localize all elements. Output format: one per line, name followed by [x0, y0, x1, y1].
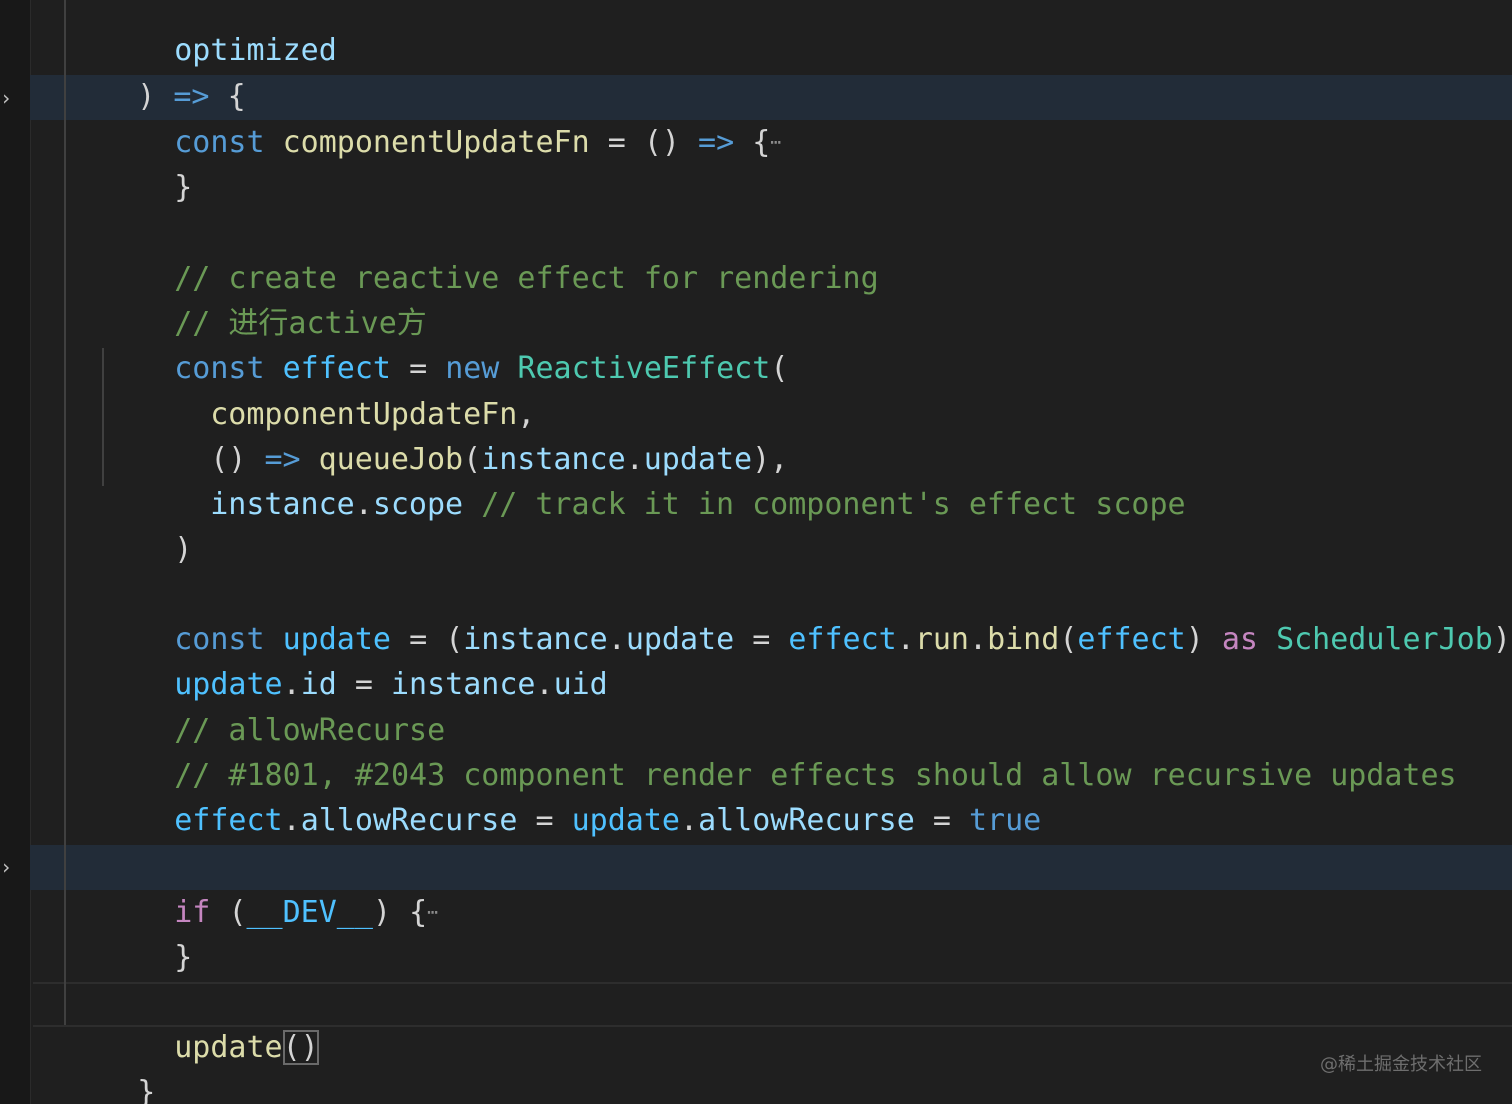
- code-line: // create reactive effect for rendering: [102, 211, 878, 296]
- code-line: ): [102, 482, 192, 567]
- token: {: [409, 895, 428, 930]
- token: as: [1221, 622, 1258, 657]
- token: update: [625, 622, 735, 657]
- token: =: [607, 125, 626, 160]
- code-line: }: [102, 120, 192, 205]
- token: .: [896, 622, 915, 657]
- code-line: // #1801, #2043 component render effects…: [102, 708, 1456, 793]
- token: =: [932, 803, 951, 838]
- code-line: () => queueJob(instance.update),: [138, 392, 788, 477]
- fold-ellipsis-icon[interactable]: ⋯: [770, 132, 781, 153]
- fold-ellipsis-icon[interactable]: ⋯: [427, 902, 438, 923]
- token: }: [174, 170, 193, 205]
- token: allowRecurse: [698, 803, 915, 838]
- fold-chevron-right-icon[interactable]: ›: [0, 87, 14, 109]
- code-line: }: [65, 1025, 155, 1104]
- token: .: [535, 667, 554, 702]
- token: update: [571, 803, 680, 838]
- token: run: [914, 622, 969, 657]
- bracket-match-highlight: (): [282, 1030, 319, 1065]
- token: (: [770, 351, 789, 386]
- code-line: const effect = new ReactiveEffect(: [102, 301, 788, 386]
- token: =: [535, 803, 554, 838]
- code-line: effect.allowRecurse = update.allowRecurs…: [102, 753, 1041, 838]
- token: uid: [553, 667, 608, 702]
- code-line: update(): [102, 980, 319, 1065]
- comment: // track it in component's effect scope: [481, 487, 1186, 522]
- code-line: if (__DEV__) {⋯: [102, 845, 438, 930]
- token: effect: [1077, 622, 1186, 657]
- token: scope: [372, 487, 464, 522]
- token: {: [752, 125, 771, 160]
- token: .: [354, 487, 373, 522]
- token: .: [607, 622, 626, 657]
- watermark: @稀土掘金技术社区: [1320, 1054, 1482, 1075]
- token: .: [282, 803, 301, 838]
- code-line: componentUpdateFn,: [138, 347, 535, 432]
- code-line: ) => {: [65, 29, 245, 114]
- code-line: // 进行active方: [102, 256, 427, 341]
- code-editor[interactable]: › › optimized ) => { const componentUpda…: [0, 0, 1512, 1104]
- token: ): [1185, 622, 1204, 657]
- token: ): [174, 532, 193, 567]
- token: (: [1059, 622, 1078, 657]
- token: effect: [174, 803, 283, 838]
- code-line: // allowRecurse: [102, 663, 445, 748]
- token: ReactiveEffect: [517, 351, 771, 386]
- token: }: [137, 1075, 156, 1104]
- code-line: instance.scope // track it in component'…: [138, 437, 1185, 522]
- token: bind: [987, 622, 1060, 657]
- token: instance: [210, 487, 355, 522]
- token: ): [372, 895, 391, 930]
- token: __DEV__: [246, 895, 373, 930]
- fold-chevron-right-icon[interactable]: ›: [0, 856, 14, 878]
- token: =: [752, 622, 771, 657]
- code-line: update.id = instance.uid: [102, 617, 608, 702]
- token: .: [680, 803, 699, 838]
- code-line: optimized: [102, 0, 337, 68]
- token: (): [643, 125, 680, 160]
- code-line: }: [102, 890, 192, 975]
- token: }: [174, 940, 193, 975]
- token: allowRecurse: [300, 803, 518, 838]
- code-line: const componentUpdateFn = () => {⋯: [102, 75, 781, 160]
- token: (: [228, 895, 247, 930]
- code-line: const update = (instance.update = effect…: [102, 572, 1511, 657]
- token: update: [174, 1030, 283, 1065]
- token: .: [969, 622, 988, 657]
- editor-gutter: [0, 0, 31, 1104]
- token: =>: [698, 125, 735, 160]
- token: SchedulerJob: [1276, 622, 1493, 657]
- token: componentUpdateFn: [282, 125, 590, 160]
- token: ): [1492, 622, 1511, 657]
- token: true: [969, 803, 1042, 838]
- token: effect: [788, 622, 897, 657]
